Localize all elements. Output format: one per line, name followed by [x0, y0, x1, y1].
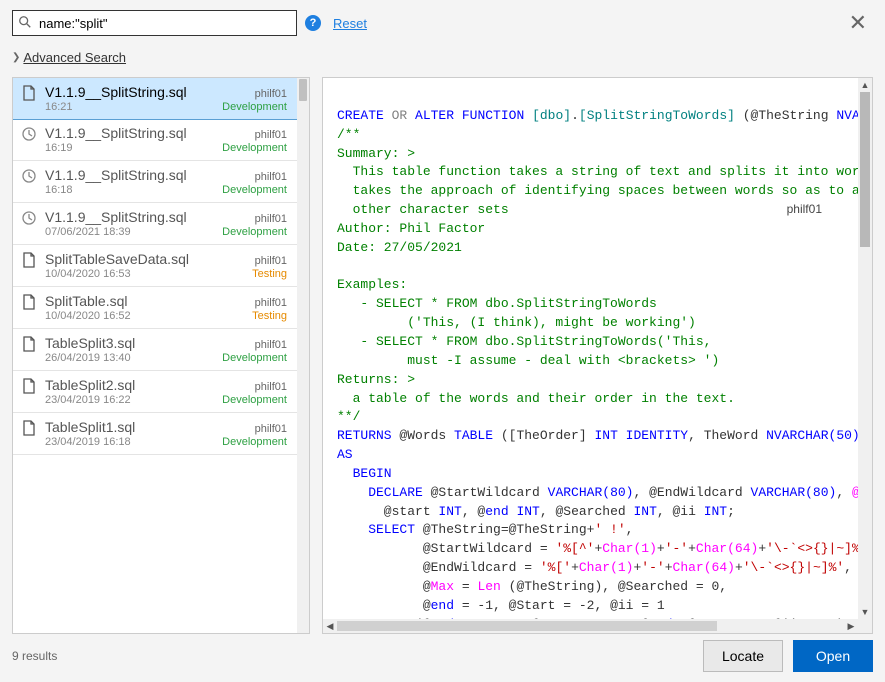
clock-icon [21, 210, 37, 229]
environment-badge: Development [222, 352, 287, 364]
results-count: 9 results [12, 649, 57, 663]
advanced-search-toggle[interactable]: ❯ Advanced Search [12, 50, 873, 65]
timestamp: 26/04/2019 13:40 [45, 352, 131, 364]
timestamp: 23/04/2019 16:18 [45, 436, 131, 448]
author-label: philf01 [255, 423, 287, 435]
environment-badge: Testing [252, 268, 287, 280]
author-label: philf01 [255, 88, 287, 100]
list-item[interactable]: SplitTable.sql philf01 10/04/2020 16:52 Tes… [13, 287, 297, 329]
file-icon [21, 294, 37, 313]
search-input[interactable] [12, 10, 297, 36]
environment-badge: Development [222, 101, 287, 113]
preview-panel: CREATE OR ALTER FUNCTION [dbo].[SplitStr… [322, 77, 873, 634]
locate-button[interactable]: Locate [703, 640, 783, 672]
timestamp: 07/06/2021 18:39 [45, 226, 131, 238]
timestamp: 16:19 [45, 142, 73, 154]
list-item[interactable]: V1.1.9__SplitString.sql philf01 07/06/2021… [13, 203, 297, 245]
file-name: TableSplit3.sql [45, 335, 135, 351]
results-panel: V1.1.9__SplitString.sql philf01 16:21 Devel… [12, 77, 310, 634]
list-item[interactable]: TableSplit1.sql philf01 23/04/2019 16:18 De… [13, 413, 297, 455]
file-icon [21, 420, 37, 439]
timestamp: 10/04/2020 16:52 [45, 310, 131, 322]
scroll-down-icon[interactable]: ▼ [858, 605, 872, 619]
author-label: philf01 [255, 381, 287, 393]
environment-badge: Development [222, 394, 287, 406]
file-name: SplitTableSaveData.sql [45, 251, 189, 267]
file-name: V1.1.9__SplitString.sql [45, 125, 187, 141]
file-name: V1.1.9__SplitString.sql [45, 84, 187, 100]
file-icon [21, 336, 37, 355]
author-label: philf01 [255, 129, 287, 141]
file-icon [21, 85, 37, 104]
scroll-right-icon[interactable]: ▶ [844, 619, 858, 633]
list-item[interactable]: V1.1.9__SplitString.sql philf01 16:19 Devel… [13, 119, 297, 161]
timestamp: 10/04/2020 16:53 [45, 268, 131, 280]
file-name: TableSplit1.sql [45, 419, 135, 435]
file-name: TableSplit2.sql [45, 377, 135, 393]
timestamp: 23/04/2019 16:22 [45, 394, 131, 406]
scroll-up-icon[interactable]: ▲ [858, 78, 872, 92]
preview-author-label: philf01 [787, 202, 822, 216]
search-box [12, 10, 297, 36]
list-item[interactable]: TableSplit2.sql philf01 23/04/2019 16:22 De… [13, 371, 297, 413]
code-preview: CREATE OR ALTER FUNCTION [dbo].[SplitStr… [323, 78, 858, 619]
dialog-root: ? Reset ✕ ❯ Advanced Search V1.1.9__Spli… [0, 0, 885, 682]
file-name: V1.1.9__SplitString.sql [45, 167, 187, 183]
scrollbar-vertical[interactable]: ▲ ▼ [858, 78, 872, 619]
environment-badge: Development [222, 436, 287, 448]
environment-badge: Development [222, 184, 287, 196]
open-button[interactable]: Open [793, 640, 873, 672]
scrollbar-vertical[interactable] [297, 78, 309, 633]
scroll-left-icon[interactable]: ◀ [323, 619, 337, 633]
file-name: V1.1.9__SplitString.sql [45, 209, 187, 225]
environment-badge: Development [222, 226, 287, 238]
clock-icon [21, 126, 37, 145]
list-item[interactable]: V1.1.9__SplitString.sql philf01 16:21 Devel… [13, 78, 297, 120]
list-item[interactable]: SplitTableSaveData.sql philf01 10/04/2020 … [13, 245, 297, 287]
list-item[interactable]: V1.1.9__SplitString.sql philf01 16:18 Devel… [13, 161, 297, 203]
chevron-right-icon: ❯ [12, 52, 20, 63]
file-name: SplitTable.sql [45, 293, 128, 309]
list-item[interactable]: TableSplit3.sql philf01 26/04/2019 13:40 De… [13, 329, 297, 371]
file-icon [21, 378, 37, 397]
help-icon[interactable]: ? [305, 15, 321, 31]
reset-link[interactable]: Reset [333, 16, 367, 31]
environment-badge: Testing [252, 310, 287, 322]
environment-badge: Development [222, 142, 287, 154]
search-icon [18, 15, 32, 32]
author-label: philf01 [255, 171, 287, 183]
scrollbar-horizontal[interactable]: ◀ ▶ [323, 619, 858, 633]
author-label: philf01 [255, 297, 287, 309]
author-label: philf01 [255, 255, 287, 267]
timestamp: 16:18 [45, 184, 73, 196]
clock-icon [21, 168, 37, 187]
file-icon [21, 252, 37, 271]
author-label: philf01 [255, 213, 287, 225]
timestamp: 16:21 [45, 101, 73, 113]
author-label: philf01 [255, 339, 287, 351]
close-icon[interactable]: ✕ [843, 10, 873, 36]
